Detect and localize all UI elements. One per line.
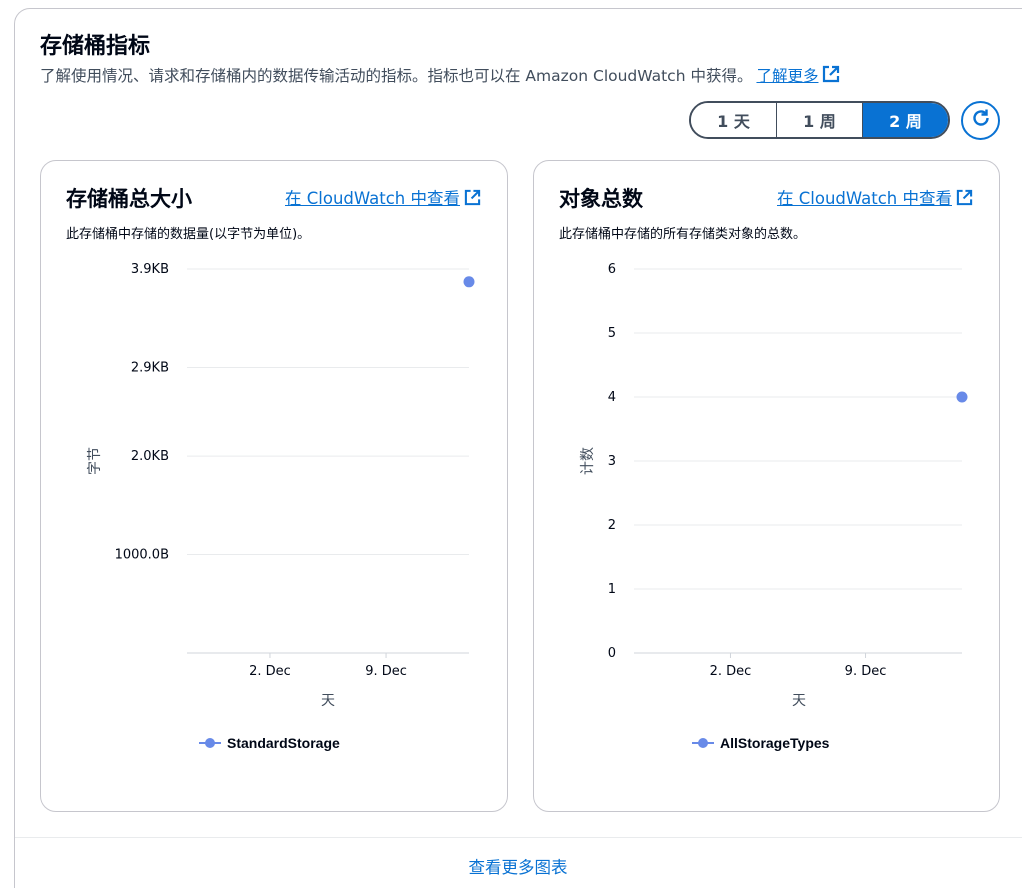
y-tick-label: 5 [608, 326, 616, 341]
range-1-week-button[interactable]: 1 周 [777, 103, 863, 137]
data-point [956, 391, 968, 403]
data-point [463, 276, 475, 288]
object-count-chart: 计数 天 0 1 2 3 4 5 6 2. Dec 9. Dec [580, 262, 968, 709]
bucket-size-card: 存储桶总大小 在 CloudWatch 中查看 此存储桶中存储的数据量(以字节为… [40, 160, 508, 812]
object-count-card: 对象总数 在 CloudWatch 中查看 此存储桶中存储的所有存储类对象的总数… [533, 160, 1000, 812]
refresh-icon [970, 107, 992, 134]
x-axis-label: 天 [792, 693, 806, 709]
x-tick-label: 9. Dec [365, 664, 407, 679]
time-range-selector: 1 天 1 周 2 周 [689, 101, 950, 139]
y-tick-label: 0 [608, 646, 616, 661]
view-more-charts-link[interactable]: 查看更多图表 [14, 854, 1022, 878]
legend-label: AllStorageTypes [720, 735, 830, 751]
learn-more-link[interactable]: 了解更多 [756, 67, 818, 85]
chart-legend[interactable]: AllStorageTypes [692, 735, 829, 751]
y-tick-label: 2.0KB [131, 449, 169, 464]
x-tick-label: 2. Dec [710, 664, 752, 679]
page-title: 存储桶指标 [40, 34, 151, 59]
bucket-size-chart: 字节 天 1000.0B 2.0KB 2.9KB 3.9KB 2. Dec 9. Dec [87, 262, 475, 709]
range-2-weeks-button[interactable]: 2 周 [863, 103, 948, 137]
y-tick-label: 2 [608, 518, 616, 533]
legend-marker-icon [199, 738, 221, 748]
y-axis-label: 字节 [87, 447, 103, 475]
external-link-icon [822, 65, 840, 87]
legend-marker-icon [692, 738, 714, 748]
x-tick-label: 2. Dec [249, 664, 291, 679]
x-axis-label: 天 [321, 693, 335, 709]
y-tick-label: 4 [608, 390, 616, 405]
y-tick-label: 3.9KB [131, 262, 169, 277]
x-tick-label: 9. Dec [845, 664, 887, 679]
chart-legend[interactable]: StandardStorage [199, 735, 340, 751]
footer-divider [15, 837, 1022, 838]
page-description: 了解使用情况、请求和存储桶内的数据传输活动的指标。指标也可以在 Amazon C… [40, 64, 840, 87]
y-tick-label: 1000.0B [115, 548, 169, 563]
legend-label: StandardStorage [227, 735, 340, 751]
y-tick-label: 1 [608, 582, 616, 597]
y-tick-label: 6 [608, 262, 616, 277]
range-1-day-button[interactable]: 1 天 [691, 103, 777, 137]
refresh-button[interactable] [961, 101, 1000, 140]
y-axis-label: 计数 [580, 447, 596, 475]
y-tick-label: 2.9KB [131, 360, 169, 375]
y-tick-label: 3 [608, 454, 616, 469]
description-text: 了解使用情况、请求和存储桶内的数据传输活动的指标。指标也可以在 Amazon C… [40, 67, 753, 85]
